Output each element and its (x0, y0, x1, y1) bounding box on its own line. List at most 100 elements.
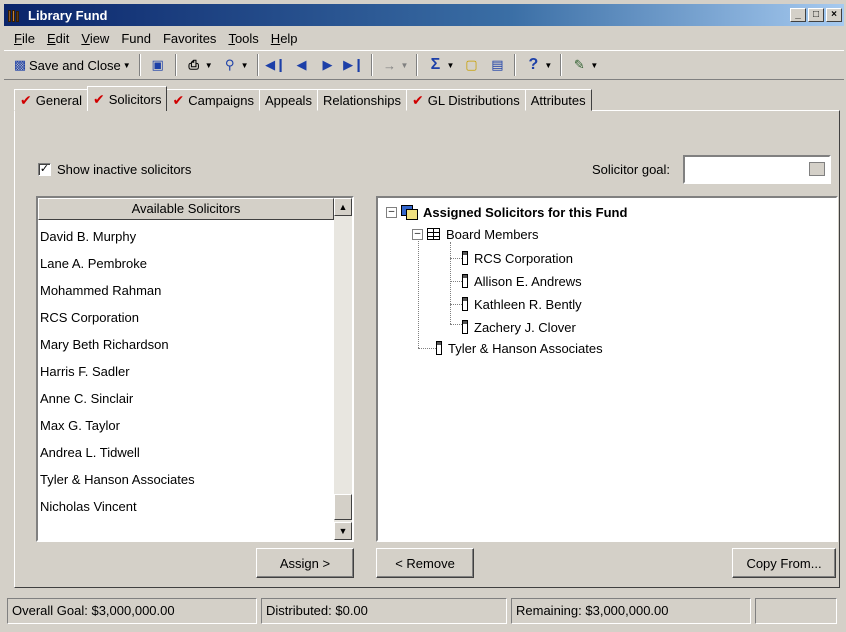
menu-favorites[interactable]: Favorites (157, 31, 222, 46)
previous-record-button[interactable]: ◀ (290, 53, 314, 77)
menu-bar: File Edit View Fund Favorites Tools Help (4, 28, 844, 48)
distributed-status: Distributed: $0.00 (261, 598, 507, 624)
checkmark-icon: ✔ (412, 91, 424, 108)
list-item[interactable]: Andrea L. Tidwell (40, 439, 334, 466)
window-title: Library Fund (28, 7, 108, 23)
print-preview-button[interactable]: ⚲ ▼ (218, 53, 252, 77)
menu-file[interactable]: File (8, 31, 41, 46)
help-icon: ? (528, 56, 539, 73)
print-button[interactable]: ⎙ ▼ (182, 53, 216, 77)
tab-appeals[interactable]: Appeals (258, 89, 318, 111)
scroll-up-icon[interactable]: ▲ (334, 198, 352, 216)
solicitor-icon (436, 341, 442, 355)
copy-from-button[interactable]: Copy From... (732, 548, 836, 578)
solicitor-icon (462, 320, 468, 334)
solicitor-icon (462, 274, 468, 288)
folder-button[interactable]: ▢ (459, 53, 483, 77)
tab-solicitors[interactable]: ✔ Solicitors (86, 86, 168, 111)
save-close-icon: ▩ (13, 57, 27, 72)
tab-general[interactable]: ✔ General (14, 89, 88, 111)
available-scrollbar[interactable]: ▲ ▼ (334, 198, 352, 540)
solicitor-goal-label: Solicitor goal: (592, 162, 671, 177)
save-button[interactable]: ▣ (146, 53, 170, 77)
tab-relationships[interactable]: Relationships (316, 89, 407, 111)
collapse-icon[interactable]: – (386, 206, 397, 218)
show-inactive-checkbox[interactable]: ✓ (38, 163, 51, 176)
checkmark-icon: ✔ (172, 91, 185, 108)
calculator-icon[interactable] (809, 162, 825, 176)
go-to-button[interactable]: → ▼ (378, 53, 412, 77)
next-record-button[interactable]: ▶ (316, 53, 340, 77)
solicitor-goal-input[interactable] (683, 155, 831, 184)
checkmark-icon: ✔ (92, 90, 105, 107)
menu-help[interactable]: Help (265, 31, 304, 46)
scroll-down-icon[interactable]: ▼ (334, 522, 352, 540)
menu-view[interactable]: View (75, 31, 115, 46)
tab-attributes[interactable]: Attributes (524, 89, 592, 111)
magnifier-icon: ⚲ (224, 57, 235, 72)
tab-campaigns[interactable]: ✔ Campaigns (166, 89, 260, 111)
assign-button[interactable]: Assign > (256, 548, 354, 578)
overall-goal-status: Overall Goal: $3,000,000.00 (7, 598, 257, 624)
menu-edit[interactable]: Edit (41, 31, 75, 46)
list-item[interactable]: Harris F. Sadler (40, 358, 334, 385)
status-extra (755, 598, 837, 624)
printer-icon: ⎙ (188, 57, 199, 72)
menu-tools[interactable]: Tools (222, 31, 264, 46)
solicitor-icon (462, 297, 468, 311)
remove-button[interactable]: < Remove (376, 548, 474, 578)
list-item[interactable]: Nicholas Vincent (40, 493, 334, 520)
list-item[interactable]: Mohammed Rahman (40, 277, 334, 304)
tree-leaf[interactable]: RCS Corporation (462, 247, 573, 269)
list-item[interactable]: Mary Beth Richardson (40, 331, 334, 358)
next-icon: ▶ (322, 57, 333, 72)
list-item[interactable]: Max G. Taylor (40, 412, 334, 439)
wizard-button[interactable]: ✎ ▼ (567, 53, 601, 77)
list-item[interactable]: David B. Murphy (40, 223, 334, 250)
available-list-items: David B. Murphy Lane A. Pembroke Mohamme… (40, 223, 334, 520)
tree-leaf[interactable]: Allison E. Andrews (462, 270, 582, 292)
library-books-icon (8, 8, 24, 22)
list-item[interactable]: Tyler & Hanson Associates (40, 466, 334, 493)
list-item[interactable]: Lane A. Pembroke (40, 250, 334, 277)
list-item[interactable]: Anne C. Sinclair (40, 385, 334, 412)
show-inactive-label: Show inactive solicitors (57, 162, 192, 177)
minimize-button[interactable]: _ (790, 8, 806, 22)
first-record-icon: ◀❙ (265, 57, 286, 72)
tab-gl-distributions[interactable]: ✔ GL Distributions (406, 89, 526, 111)
menu-fund[interactable]: Fund (115, 31, 157, 46)
table-icon (427, 228, 440, 240)
status-bar: Overall Goal: $3,000,000.00 Distributed:… (4, 596, 844, 626)
first-record-button[interactable]: ◀❙ (264, 53, 288, 77)
help-button[interactable]: ? ▼ (521, 53, 555, 77)
last-record-icon: ▶❙ (343, 57, 364, 72)
sigma-icon: Σ (430, 56, 441, 73)
tree-leaf[interactable]: Kathleen R. Bently (462, 293, 582, 315)
solicitor-icon (462, 251, 468, 265)
list-item[interactable]: RCS Corporation (40, 304, 334, 331)
properties-icon: ▤ (491, 57, 504, 72)
solicitors-group-icon (401, 205, 418, 220)
show-inactive-row: ✓ Show inactive solicitors (38, 162, 191, 177)
available-solicitors-list: Available Solicitors David B. Murphy Lan… (36, 196, 354, 542)
tree-root[interactable]: – Assigned Solicitors for this Fund (386, 201, 627, 223)
close-button[interactable]: × (826, 8, 842, 22)
last-record-button[interactable]: ▶❙ (342, 53, 366, 77)
available-solicitors-header: Available Solicitors (38, 198, 334, 220)
title-bar: Library Fund _ □ × (4, 4, 844, 26)
wizard-icon: ✎ (573, 57, 585, 72)
sum-button[interactable]: Σ ▼ (423, 53, 457, 77)
properties-button[interactable]: ▤ (485, 53, 509, 77)
scroll-thumb[interactable] (334, 494, 352, 520)
floppy-disk-icon: ▣ (151, 57, 164, 72)
tree-leaf[interactable]: Zachery J. Clover (462, 316, 576, 338)
previous-icon: ◀ (296, 57, 307, 72)
maximize-button[interactable]: □ (808, 8, 824, 22)
tree-leaf[interactable]: Tyler & Hanson Associates (436, 337, 603, 359)
tree-node-board-members[interactable]: – Board Members (412, 223, 538, 245)
save-and-close-button[interactable]: ▩ Save and Close ▼ (8, 53, 134, 77)
assigned-solicitors-tree: – Assigned Solicitors for this Fund – Bo… (376, 196, 838, 542)
record-tabs: ✔ General ✔ Solicitors ✔ Campaigns Appeals … (14, 86, 592, 111)
arrow-right-icon: → (383, 57, 397, 73)
collapse-icon[interactable]: – (412, 228, 423, 240)
